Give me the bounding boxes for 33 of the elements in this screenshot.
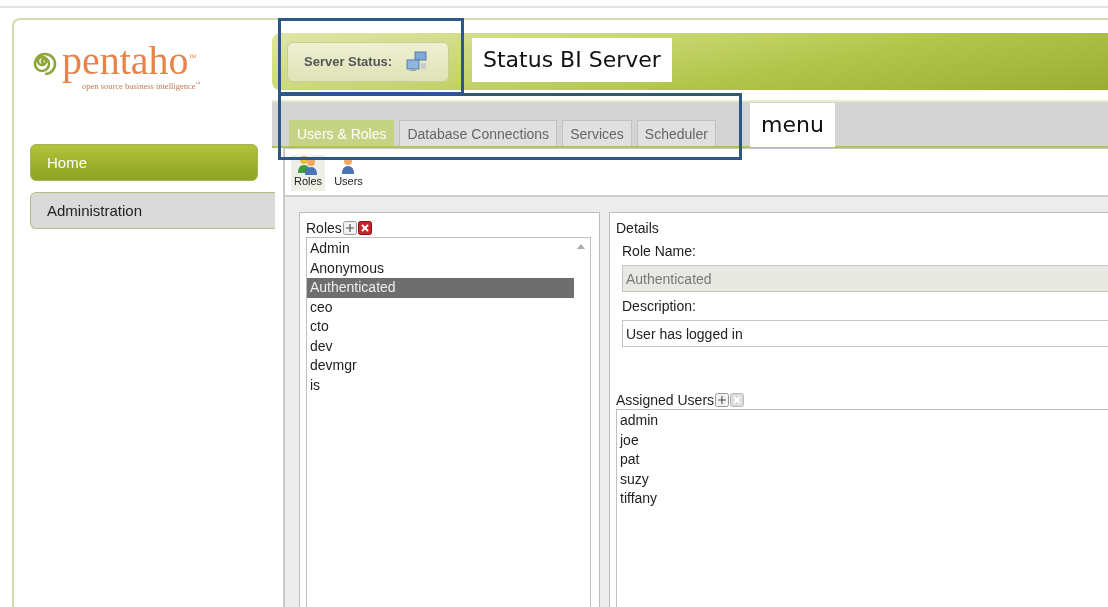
user-item[interactable]: pat [617,450,1108,470]
annotation-callout: Status BI Server [472,38,672,82]
role-item[interactable]: Anonymous [307,258,574,278]
nav-item[interactable]: Administration [30,192,275,229]
tab[interactable]: Scheduler [636,120,716,146]
user-item[interactable]: joe [617,430,1108,450]
roles-title: Roles [306,220,342,236]
details-title: Details [616,220,659,236]
role-item[interactable]: ceo [307,297,574,317]
tab[interactable]: Services [562,120,632,146]
role-item[interactable]: Authenticated [307,278,574,298]
user-item[interactable]: suzy [617,469,1108,489]
delete-icon[interactable] [357,221,372,235]
field-label: Role Name: [622,243,697,259]
logo-wordmark: pentaho$^{™}$ [62,38,197,82]
scroll-up-icon[interactable] [577,244,585,249]
field-label: Description: [622,298,697,314]
server-status-label: Server Status: [304,54,393,69]
role-item[interactable]: cto [307,317,574,337]
assigned-users-title: Assigned Users [616,392,715,408]
logo-tagline: open source business intelligence$^{™}$ [82,81,201,92]
user-item[interactable]: tiffany [617,489,1108,509]
network-computers-icon[interactable] [406,50,429,73]
user-item[interactable]: admin [617,411,1108,431]
role-item[interactable]: dev [307,336,574,356]
role-item[interactable]: is [307,375,574,395]
toolbar-button[interactable]: Users [331,155,366,191]
description-field[interactable]: User has logged in [622,320,1108,347]
add-icon[interactable] [715,393,730,407]
role-item[interactable]: Admin [307,239,574,259]
annotation-callout: menu [750,103,835,147]
tab[interactable]: Database Connections [399,120,558,146]
role-item[interactable]: devmgr [307,356,574,376]
